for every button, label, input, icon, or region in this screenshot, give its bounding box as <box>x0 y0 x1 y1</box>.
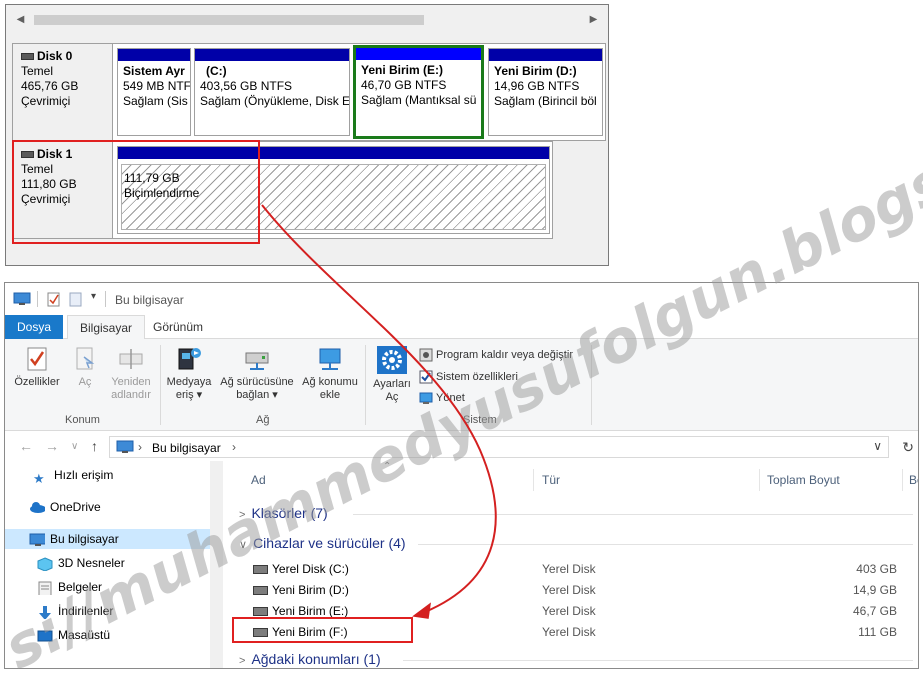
chevron-down-icon: ∨ <box>239 539 248 551</box>
gear-icon <box>377 346 407 374</box>
ribbon-tabs: Dosya Bilgisayar Görünüm <box>5 315 918 340</box>
rename-button[interactable]: Yeniden adlandır <box>105 345 157 402</box>
drive-icon <box>253 586 268 595</box>
tab-bilgisayar[interactable]: Bilgisayar <box>67 315 146 340</box>
group-label-sistem: Sistem <box>463 414 497 426</box>
cloud-icon <box>30 501 45 513</box>
up-arrow-icon[interactable]: ↑ <box>91 438 98 454</box>
nav-item-desktop[interactable]: Masaüstü <box>5 625 210 645</box>
partition-e-selected[interactable]: Yeni Birim (E:) 46,70 GB NTFS Sağlam (Ma… <box>353 45 484 139</box>
address-row: ← → ∨ ↑ › Bu bilgisayar › ∨ ↻ <box>5 433 918 461</box>
chevron-right-icon: > <box>239 655 246 667</box>
disk-0-label[interactable]: Disk 0 Temel 465,76 GB Çevrimiçi <box>13 44 113 140</box>
drive-row-c[interactable]: Yerel Disk (C:) Yerel Disk 403 GB <box>223 559 918 580</box>
drive-row-d[interactable]: Yeni Birim (D:) Yerel Disk 14,9 GB <box>223 580 918 601</box>
address-bar[interactable]: › Bu bilgisayar › ∨ <box>109 436 889 458</box>
highlight-drive-f <box>232 617 413 643</box>
manage-icon <box>419 392 433 405</box>
nav-item-documents[interactable]: Belgeler <box>5 577 210 597</box>
network-location-icon <box>319 348 341 370</box>
new-folder-icon[interactable] <box>69 292 83 308</box>
title-bar: ▾ Bu bilgisayar <box>5 283 918 315</box>
system-properties-button[interactable]: Sistem özellikleri <box>419 370 518 384</box>
open-settings-button[interactable]: Ayarları Aç <box>369 345 415 404</box>
disk-0-row: Disk 0 Temel 465,76 GB Çevrimiçi Sistem … <box>12 43 606 141</box>
forward-arrow-icon[interactable]: → <box>45 438 59 454</box>
group-label-konum: Konum <box>65 414 100 426</box>
scroll-right-icon[interactable]: ▶ <box>585 11 602 28</box>
partition-d[interactable]: Yeni Birim (D:) 14,96 GB NTFS Sağlam (Bi… <box>488 48 603 136</box>
scrollbar-thumb[interactable] <box>34 15 424 25</box>
nav-item-downloads[interactable]: İndirilenler <box>5 601 210 621</box>
chevron-right-icon: > <box>239 509 246 521</box>
navigation-pane: ★ Hızlı erişim OneDrive Bu bilgisayar 3D … <box>5 461 223 668</box>
media-server-icon <box>178 348 201 370</box>
back-arrow-icon[interactable]: ← <box>19 438 33 454</box>
refresh-icon[interactable]: ↻ <box>902 439 914 456</box>
recent-dropdown-icon[interactable]: ∨ <box>71 441 78 452</box>
group-label-ag: Ağ <box>256 414 270 426</box>
star-icon: ★ <box>33 470 45 486</box>
address-dropdown-icon[interactable]: ∨ <box>873 439 882 453</box>
network-drive-icon <box>245 352 269 370</box>
partition-c[interactable]: (C:) 403,56 GB NTFS Sağlam (Önyükleme, D… <box>194 48 350 136</box>
properties-button[interactable]: Özellikler <box>11 345 63 389</box>
tab-gorunum[interactable]: Görünüm <box>141 315 215 339</box>
media-access-button[interactable]: Medyaya eriş ▾ <box>163 345 215 402</box>
add-network-location-button[interactable]: Ağ konumu ekle <box>299 345 361 402</box>
partition-system[interactable]: Sistem Ayr 549 MB NTF Sağlam (Sis <box>117 48 191 136</box>
group-devices[interactable]: ∨ Cihazlar ve sürücüler (4) <box>239 535 406 551</box>
column-header-type[interactable]: Tür <box>542 473 560 487</box>
group-folders[interactable]: > Klasörler (7) <box>239 505 328 521</box>
ribbon: Özellikler Aç Yeniden adlandır Konum Med… <box>5 339 918 431</box>
drive-icon <box>253 607 268 616</box>
manage-button[interactable]: Yönet <box>419 391 465 405</box>
column-header-name[interactable]: Ad <box>251 473 266 487</box>
column-header-total-size[interactable]: Toplam Boyut <box>767 473 840 487</box>
map-network-drive-button[interactable]: Ağ sürücüsüne bağlan ▾ <box>217 345 297 402</box>
sort-up-icon: ⌃ <box>383 461 392 472</box>
nav-item-3d-objects[interactable]: 3D Nesneler <box>5 553 210 573</box>
horizontal-scrollbar[interactable]: ◀ ▶ <box>12 11 602 28</box>
nav-pane-scrollbar[interactable] <box>210 461 223 668</box>
column-header-free-space[interactable]: Bo <box>909 473 918 487</box>
disk-icon <box>21 53 34 61</box>
properties-icon[interactable] <box>47 292 61 308</box>
computer-icon <box>29 533 45 546</box>
open-button[interactable]: Aç <box>69 345 101 389</box>
breadcrumb-separator: › <box>138 440 142 454</box>
document-icon <box>38 581 52 595</box>
properties-icon <box>27 347 47 371</box>
uninstall-program-button[interactable]: Program kaldır veya değiştir <box>419 348 573 362</box>
computer-icon <box>116 440 134 453</box>
nav-item-onedrive[interactable]: OneDrive <box>5 497 210 517</box>
checkbox-icon <box>419 370 433 384</box>
breadcrumb-current[interactable]: Bu bilgisayar <box>152 441 221 455</box>
open-icon <box>76 347 95 370</box>
window-title: Bu bilgisayar <box>115 293 184 307</box>
cube-icon <box>37 557 53 571</box>
rename-icon <box>119 349 143 369</box>
breadcrumb-separator-end[interactable]: › <box>232 440 236 454</box>
nav-item-this-pc[interactable]: Bu bilgisayar <box>5 529 210 549</box>
tab-dosya[interactable]: Dosya <box>5 315 64 339</box>
program-icon <box>419 348 433 362</box>
group-network-locations[interactable]: > Ağdaki konumları (1) <box>239 651 381 667</box>
system-drive-icon <box>253 565 268 574</box>
quick-access-dropdown-icon[interactable]: ▾ <box>91 291 96 302</box>
highlight-disk-1 <box>12 140 260 244</box>
scroll-left-icon[interactable]: ◀ <box>12 11 29 28</box>
computer-icon <box>13 292 31 305</box>
desktop-icon <box>37 630 53 642</box>
file-explorer-window: ▾ Bu bilgisayar Dosya Bilgisayar Görünüm… <box>4 282 919 669</box>
nav-item-quick-access[interactable]: ★ Hızlı erişim <box>5 465 210 486</box>
download-icon <box>39 605 51 619</box>
